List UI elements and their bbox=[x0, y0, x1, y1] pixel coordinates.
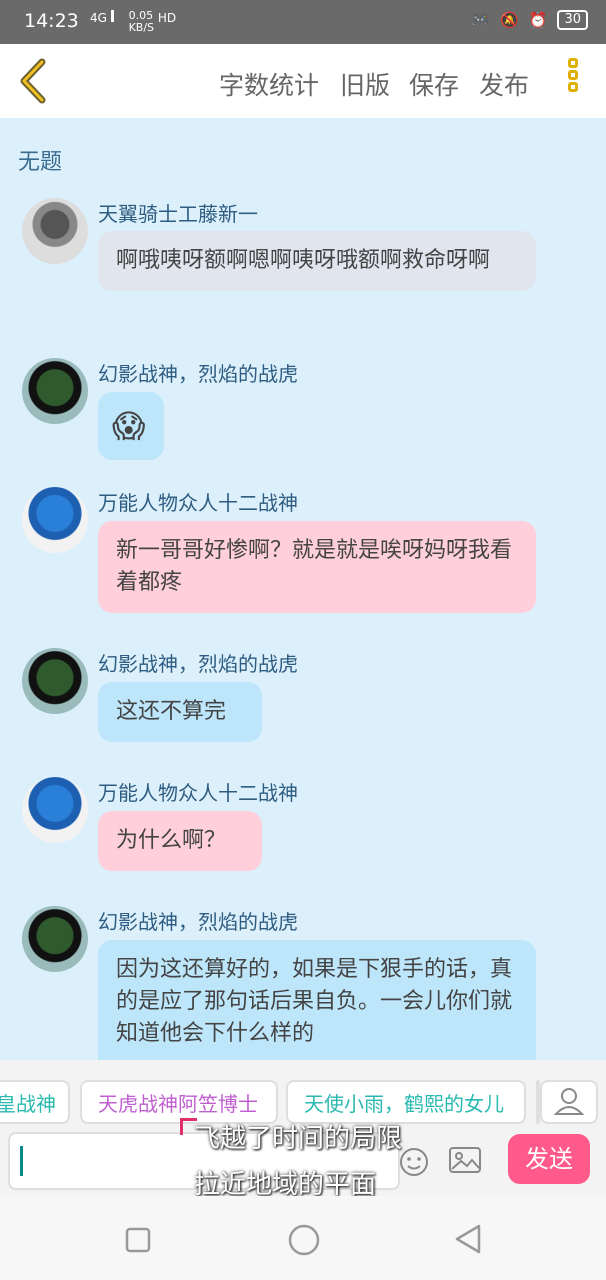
message-bubble[interactable]: 因为这还算好的，如果是下狠手的话，真的是应了那句话后果自负。一会儿你们就知道他会… bbox=[98, 940, 536, 1060]
person-icon bbox=[553, 1088, 585, 1115]
character-name: 万能人物众人十二战神 bbox=[98, 491, 298, 515]
word-count-button[interactable]: 字数统计 bbox=[219, 66, 319, 102]
system-navigation-bar bbox=[0, 1196, 606, 1280]
old-version-button[interactable]: 旧版 bbox=[340, 66, 390, 102]
avatar[interactable] bbox=[22, 358, 88, 424]
video-subtitle-line1: 飞越了时间的局限 bbox=[194, 1124, 403, 1154]
character-name: 幻影战神，烈焰的战虎 bbox=[98, 910, 298, 934]
circle-icon[interactable] bbox=[286, 1222, 322, 1258]
message-bubble[interactable]: 😱 bbox=[98, 392, 164, 460]
save-button[interactable]: 保存 bbox=[409, 66, 459, 102]
network-speed-unit: KB/S bbox=[128, 21, 155, 34]
hd-indicator: HD bbox=[157, 11, 177, 25]
message-bubble[interactable]: 为什么啊？ bbox=[98, 811, 262, 871]
game-icon: 🎮 bbox=[471, 11, 491, 29]
character-name: 万能人物众人十二战神 bbox=[98, 781, 298, 805]
character-name: 天翼骑士工藤新一 bbox=[98, 202, 258, 226]
character-chip[interactable]: 皇战神 bbox=[0, 1080, 70, 1124]
more-vertical-icon[interactable] bbox=[558, 56, 588, 106]
chat-area[interactable]: 无题 天翼骑士工藤新一 啊哦咦呀额啊嗯啊咦呀哦额啊救命呀啊 幻影战神，烈焰的战虎… bbox=[0, 118, 606, 1060]
text-caret bbox=[20, 1146, 23, 1176]
chevron-left-icon bbox=[20, 58, 46, 104]
message-bubble[interactable]: 新一哥哥好惨啊？就是就是唉呀妈呀我看着都疼 bbox=[98, 521, 536, 613]
character-select-button[interactable] bbox=[540, 1080, 598, 1124]
network-type: 4G bbox=[90, 11, 107, 25]
network-indicator: 4G 0.05 KB/S HD bbox=[90, 10, 176, 34]
subtitle-marker bbox=[180, 1118, 197, 1135]
character-name: 幻影战神，烈焰的战虎 bbox=[98, 362, 298, 386]
battery-level: 30 bbox=[564, 12, 581, 27]
avatar[interactable] bbox=[22, 198, 88, 264]
battery-icon: 30 bbox=[557, 10, 588, 30]
publish-button[interactable]: 发布 bbox=[479, 66, 529, 102]
editor-toolbar: 字数统计 旧版 保存 发布 bbox=[0, 44, 606, 118]
back-button[interactable] bbox=[12, 56, 56, 106]
send-button[interactable]: 发送 bbox=[508, 1134, 590, 1184]
status-bar: 14:23 4G 0.05 KB/S HD 🎮 🔕 ⏰ 30 bbox=[0, 0, 606, 44]
status-time: 14:23 bbox=[24, 10, 79, 32]
avatar[interactable] bbox=[22, 906, 88, 972]
alarm-icon: ⏰ bbox=[528, 11, 548, 29]
avatar[interactable] bbox=[22, 777, 88, 843]
image-icon[interactable] bbox=[448, 1146, 482, 1176]
scream-emoji-icon: 😱 bbox=[112, 407, 146, 445]
message-bubble[interactable]: 这还不算完 bbox=[98, 682, 262, 742]
triangle-back-icon[interactable] bbox=[452, 1222, 484, 1256]
emoji-icon[interactable] bbox=[398, 1146, 430, 1178]
avatar[interactable] bbox=[22, 648, 88, 714]
mute-icon: 🔕 bbox=[500, 11, 519, 29]
story-title[interactable]: 无题 bbox=[18, 144, 62, 176]
character-name: 幻影战神，烈焰的战虎 bbox=[98, 652, 298, 676]
avatar[interactable] bbox=[22, 487, 88, 553]
message-bubble[interactable]: 啊哦咦呀额啊嗯啊咦呀哦额啊救命呀啊 bbox=[98, 231, 536, 291]
composer-panel: 皇战神 天虎战神阿笠博士 天使小雨，鹤熙的女儿 发送 飞越了时间的局限 拉近地域… bbox=[0, 1060, 606, 1200]
square-icon[interactable] bbox=[124, 1226, 152, 1254]
